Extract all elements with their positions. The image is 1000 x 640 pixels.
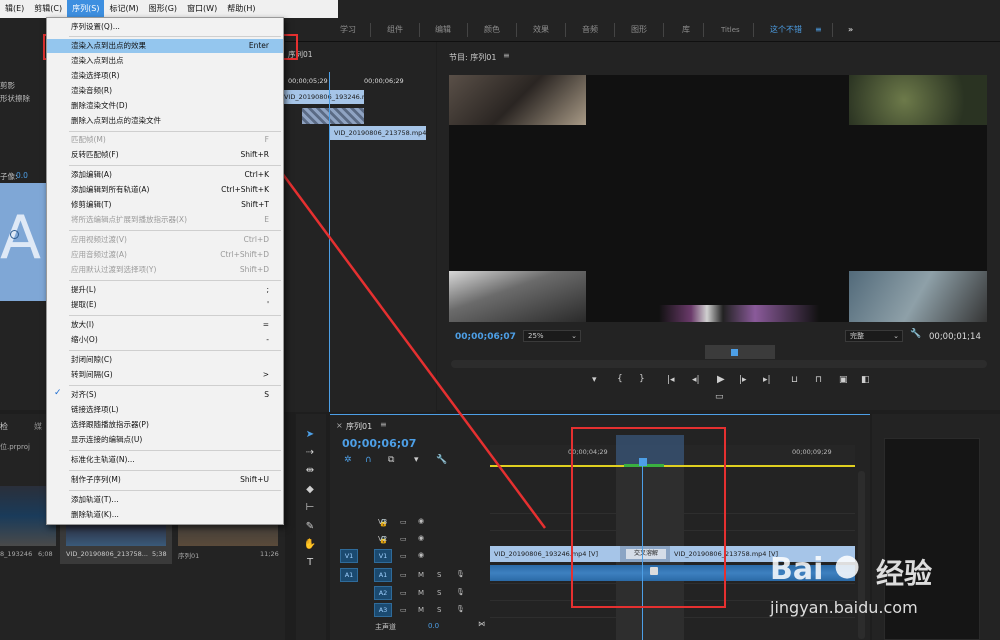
menu-item-zoom-in[interactable]: 放大(I) = (71, 318, 269, 332)
menu-item-label: 封闭间隙(C) (71, 355, 113, 364)
menu-item-label: 修剪编辑(T) (71, 200, 112, 209)
menu-item-add-tracks[interactable]: 添加轨道(T)... (71, 493, 269, 507)
sequence-menu: 序列设置(Q)... 渲染入点到出点的效果 Enter 渲染入点到出点 渲染选择项… (46, 17, 284, 525)
menu-divider (69, 165, 281, 166)
menu-item-delete-tracks[interactable]: 删除轨道(K)... (71, 508, 269, 522)
menu-item-label: 应用默认过渡到选择项(Y) (71, 265, 157, 274)
menu-item-selection-follows-playhead[interactable]: 选择跟随播放指示器(P) (71, 418, 269, 432)
menu-item-label: 制作子序列(M) (71, 475, 121, 484)
menu-item-label: 匹配帧(M) (71, 135, 106, 144)
menu-divider (69, 470, 281, 471)
menu-item-render-in-out[interactable]: 渲染入点到出点 (71, 54, 269, 68)
menu-item-reverse-match-frame[interactable]: 反转匹配帧(F) Shift+R (71, 148, 269, 162)
menu-divider (69, 315, 281, 316)
menu-item-shortcut: Ctrl+K (244, 170, 269, 179)
menu-item-label: 添加轨道(T)... (71, 495, 119, 504)
menu-item-label: 反转匹配帧(F) (71, 150, 119, 159)
menu-item-label: 删除入点到出点的渲染文件 (71, 116, 161, 125)
menu-item-sequence-settings[interactable]: 序列设置(Q)... (71, 20, 269, 34)
menu-item-shortcut: Ctrl+Shift+K (221, 185, 269, 194)
menu-item-render-audio[interactable]: 渲染音频(R) (71, 84, 269, 98)
menu-item-shortcut: Shift+U (240, 475, 269, 484)
menu-item-label: 提取(E) (71, 300, 97, 309)
menu-divider (69, 36, 281, 37)
menu-item-linked-selection[interactable]: 链接选择项(L) (71, 403, 269, 417)
menu-item-label: 删除轨道(K)... (71, 510, 119, 519)
menu-item-add-edit[interactable]: 添加编辑(A) Ctrl+K (71, 168, 269, 182)
menu-item-shortcut: Ctrl+Shift+D (220, 250, 269, 259)
menu-divider (69, 230, 281, 231)
menu-item-go-to-gap[interactable]: 转到间隔(G) > (71, 368, 269, 382)
menu-item-label: 添加编辑(A) (71, 170, 112, 179)
menu-item-delete-render-in-out[interactable]: 删除入点到出点的渲染文件 (71, 114, 269, 128)
menu-item-label: 应用音频过渡(A) (71, 250, 127, 259)
watermark-brand: Bai (770, 552, 824, 587)
watermark-url: jingyan.baidu.com (770, 598, 918, 617)
menu-item-label: 链接选择项(L) (71, 405, 119, 414)
menu-item-shortcut: = (262, 320, 269, 329)
submenu-chevron-icon: > (262, 370, 269, 379)
menu-item-label: 应用视频过渡(V) (71, 235, 127, 244)
menu-item-add-edit-all-tracks[interactable]: 添加编辑到所有轨道(A) Ctrl+Shift+K (71, 183, 269, 197)
menu-item-render-selection[interactable]: 渲染选择项(R) (71, 69, 269, 83)
menu-item-label: 序列设置(Q)... (71, 22, 120, 31)
menu-item-shortcut: Enter (248, 41, 269, 50)
menu-item-shortcut: ' (266, 300, 269, 309)
watermark-brand-2: 经验 (876, 557, 933, 590)
menu-divider (69, 385, 281, 386)
menu-item-label: 将所选编辑点扩展到播放指示器(X) (71, 215, 187, 224)
menu-item-label: 缩小(O) (71, 335, 98, 344)
menu-item-trim-edit[interactable]: 修剪编辑(T) Shift+T (71, 198, 269, 212)
menu-item-shortcut: - (266, 335, 269, 344)
menu-item-label: 放大(I) (71, 320, 95, 329)
menu-item-shortcut: Shift+D (239, 265, 269, 274)
menu-item-lift[interactable]: 提升(L); (71, 283, 269, 297)
menu-divider (69, 350, 281, 351)
menu-item-delete-render-files[interactable]: 删除渲染文件(D) (71, 99, 269, 113)
menu-divider (69, 131, 281, 132)
menu-item-match-frame[interactable]: 匹配帧(M) F (71, 133, 269, 147)
menu-item-label: 渲染选择项(R) (71, 71, 120, 80)
menu-item-apply-default-transition[interactable]: 应用默认过渡到选择项(Y) Shift+D (71, 263, 269, 277)
menu-item-shortcut: ; (266, 285, 269, 294)
menu-item-make-subsequence[interactable]: 制作子序列(M) Shift+U (71, 473, 269, 487)
menu-item-show-through-edits[interactable]: 显示连接的编辑点(U) (71, 433, 269, 447)
menu-item-shortcut: Ctrl+D (243, 235, 269, 244)
menu-divider (69, 450, 281, 451)
menu-item-normalize-master[interactable]: 标准化主轨道(N)... (71, 453, 269, 467)
menu-item-label: 删除渲染文件(D) (71, 101, 128, 110)
menu-item-label: 添加编辑到所有轨道(A) (71, 185, 150, 194)
menu-divider (69, 280, 281, 281)
menu-item-zoom-out[interactable]: 缩小(O) - (71, 333, 269, 347)
menu-item-close-gap[interactable]: 封闭间隙(C) (71, 353, 269, 367)
menu-item-shortcut: E (264, 215, 269, 224)
menu-item-label: 标准化主轨道(N)... (71, 455, 135, 464)
menu-item-apply-audio-transition[interactable]: 应用音频过渡(A) Ctrl+Shift+D (71, 248, 269, 262)
menu-item-shortcut: F (264, 135, 269, 144)
menu-item-label: 提升(L) (71, 285, 97, 294)
menu-item-extend-edit[interactable]: 将所选编辑点扩展到播放指示器(X) E (71, 213, 269, 227)
menu-item-shortcut: S (264, 390, 269, 399)
paw-icon: ● (834, 548, 861, 583)
menu-item-shortcut: Shift+R (240, 150, 269, 159)
menu-item-shortcut: Shift+T (241, 200, 269, 209)
checkmark-icon: ✓ (54, 388, 62, 398)
menu-item-label: 渲染入点到出点 (71, 56, 124, 65)
menu-item-snap[interactable]: 对齐(S) S (71, 388, 269, 402)
menu-item-label: 转到间隔(G) (71, 370, 113, 379)
menu-item-label: 对齐(S) (71, 390, 97, 399)
menu-item-render-effects-in-out[interactable]: 渲染入点到出点的效果 Enter (47, 39, 283, 53)
menu-item-label: 渲染入点到出点的效果 (71, 41, 146, 50)
menu-item-label: 渲染音频(R) (71, 86, 113, 95)
baidu-watermark: Bai ● 经验 jingyan.baidu.com (770, 548, 995, 628)
menu-item-apply-video-transition[interactable]: 应用视频过渡(V) Ctrl+D (71, 233, 269, 247)
menu-item-extract[interactable]: 提取(E) ' (71, 298, 269, 312)
menu-divider (69, 490, 281, 491)
menu-item-label: 选择跟随播放指示器(P) (71, 420, 149, 429)
menu-item-label: 显示连接的编辑点(U) (71, 435, 143, 444)
